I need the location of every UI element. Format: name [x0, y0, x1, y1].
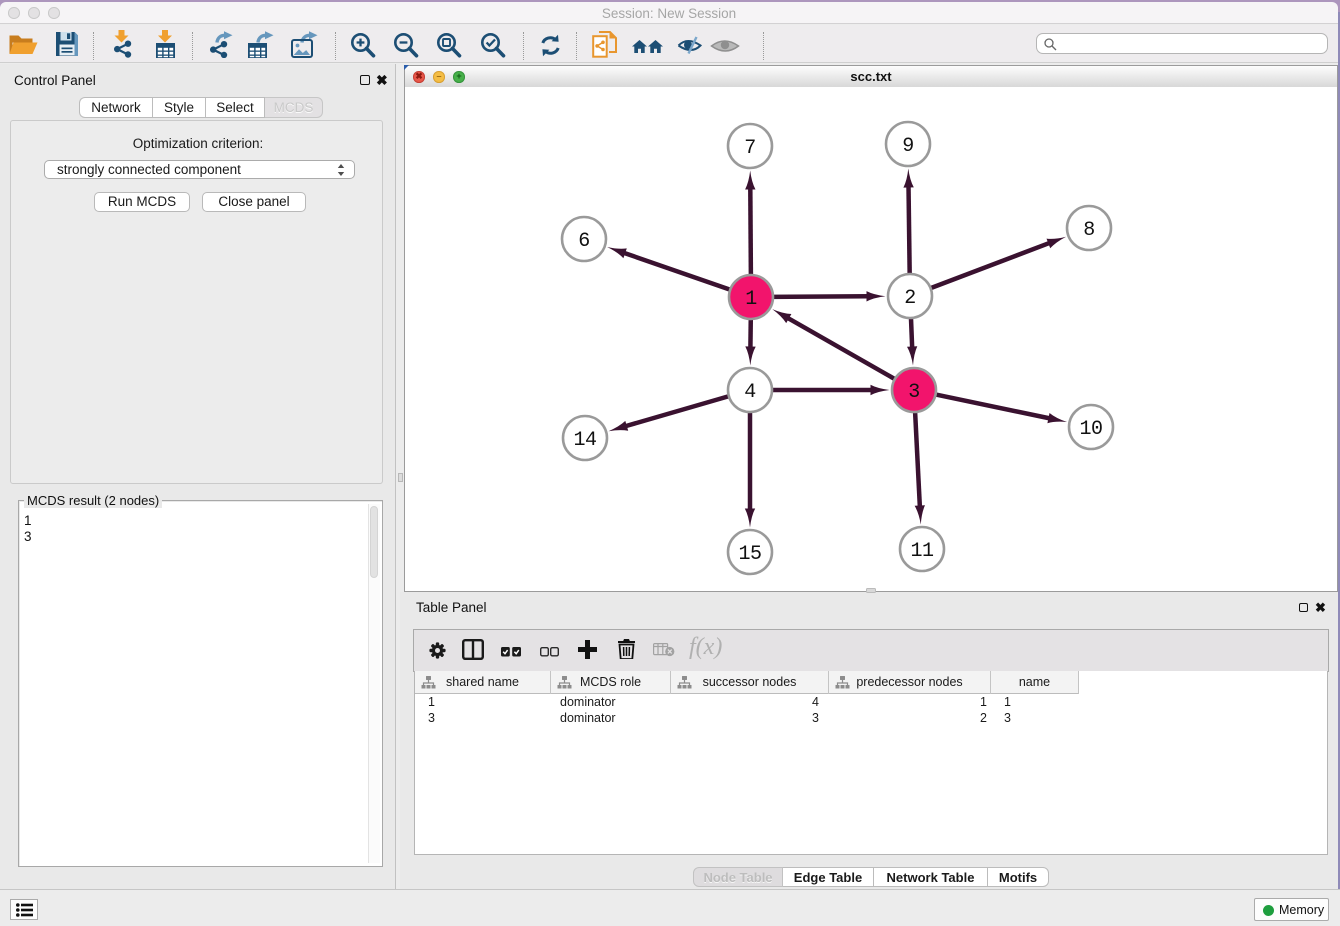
- svg-text:9: 9: [902, 135, 914, 158]
- svg-text:10: 10: [1079, 418, 1102, 441]
- svg-text:6: 6: [578, 230, 590, 253]
- svg-text:4: 4: [744, 381, 756, 404]
- svg-text:15: 15: [738, 543, 761, 566]
- svg-text:1: 1: [745, 288, 757, 311]
- svg-text:2: 2: [904, 287, 916, 310]
- svg-text:7: 7: [744, 137, 756, 160]
- svg-text:8: 8: [1083, 219, 1095, 242]
- svg-text:14: 14: [573, 429, 596, 452]
- svg-text:11: 11: [910, 540, 934, 563]
- svg-text:3: 3: [908, 381, 920, 404]
